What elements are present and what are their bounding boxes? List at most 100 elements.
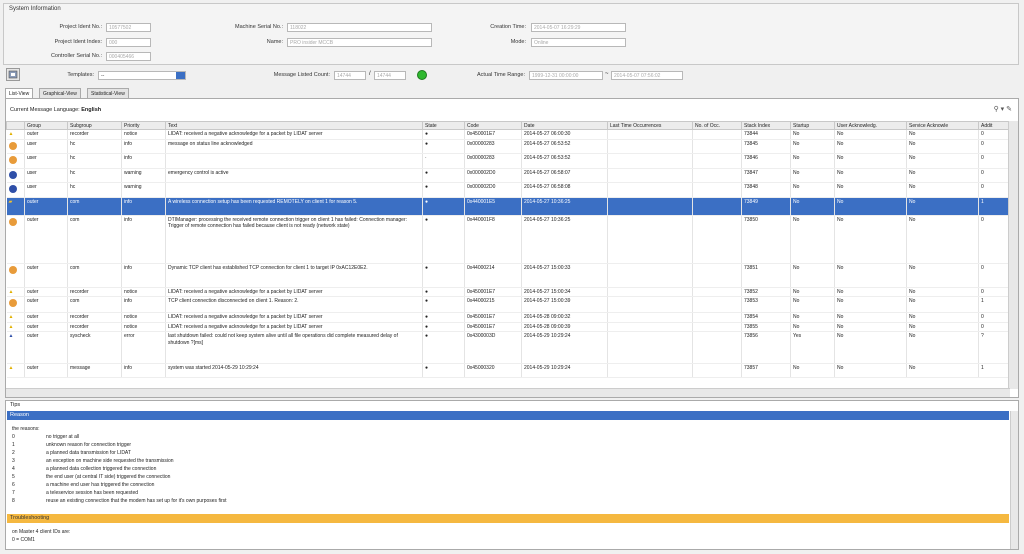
col-occurrences[interactable]: No. of Occ.	[692, 121, 742, 130]
cell-date: 2014-05-28 09:00:32	[521, 312, 608, 323]
reason-item: 7 a teleservice session has been requeste…	[12, 490, 138, 496]
templates-select[interactable]: --	[98, 71, 186, 80]
table-row[interactable]: outer com info DTIManager: processing the r…	[6, 215, 1011, 264]
cell-group: outer	[24, 296, 68, 313]
cell-service: No	[906, 168, 979, 183]
cell-last	[607, 139, 693, 154]
cell-date: 2014-05-27 06:53:52	[521, 153, 608, 169]
table-row[interactable]: ▲ outer recorder notice LIDAT: received a ne…	[6, 287, 1011, 297]
troubleshooting-header: Troubleshooting	[7, 514, 1009, 523]
cell-group: outer	[24, 331, 68, 364]
col-date[interactable]: Date	[521, 121, 608, 130]
col-service-ack[interactable]: Service Acknowle	[906, 121, 979, 130]
cell-stack: 73851	[741, 263, 791, 288]
cell-date: 2014-05-27 06:00:30	[521, 129, 608, 140]
cell-addit: 0	[978, 312, 1011, 323]
col-group[interactable]: Group	[24, 121, 68, 130]
cell-occ	[692, 296, 742, 313]
controller-serial-field[interactable]: 000405466	[106, 52, 151, 61]
creation-time-field[interactable]: 2014-05-07 16:29:29	[531, 23, 626, 32]
cell-priority: notice	[121, 287, 166, 297]
cell-state: ●	[422, 363, 465, 378]
message-total-field[interactable]: 14744	[374, 71, 406, 80]
row-icon-cell	[6, 263, 25, 288]
cell-stack: 73852	[741, 287, 791, 297]
name-field[interactable]: PRO insider MCCB	[287, 38, 432, 47]
cell-user: No	[834, 215, 907, 264]
horizontal-scrollbar[interactable]	[6, 388, 1010, 397]
table-header: Group Subgroup Priority Text State Code …	[6, 121, 1011, 130]
cell-addit: ?	[978, 331, 1011, 364]
filter-icon[interactable]: ⚲ ▾ ✎	[994, 105, 1012, 113]
cell-service: No	[906, 322, 979, 332]
table-row[interactable]: ▲ outer recorder notice LIDAT: received a ne…	[6, 322, 1011, 332]
cell-code: 0x450001E7	[464, 322, 522, 332]
time-from-field[interactable]: 1999-12-31 00:00:00	[529, 71, 603, 80]
settings-button[interactable]	[6, 68, 20, 81]
message-count-field[interactable]: 14744	[334, 71, 366, 80]
reason-text: a machine end user has triggered the con…	[46, 482, 155, 488]
cell-text: emergency control is active	[165, 168, 423, 183]
project-ident-no-field[interactable]: 10577502	[106, 23, 151, 32]
mode-field[interactable]: Online	[531, 38, 626, 47]
col-startup[interactable]: Startup	[790, 121, 835, 130]
col-subgroup[interactable]: Subgroup	[67, 121, 122, 130]
reason-item: 6 a machine end user has triggered the co…	[12, 482, 154, 488]
cell-date: 2014-05-27 06:58:08	[521, 182, 608, 198]
col-code[interactable]: Code	[464, 121, 522, 130]
row-icon-cell	[6, 182, 25, 198]
cell-group: user	[24, 168, 68, 183]
table-row[interactable]: user hc warning ● 0x000002D0 2014-05-27 06:58…	[6, 182, 1011, 198]
cell-user: No	[834, 129, 907, 140]
row-icon-cell	[6, 168, 25, 183]
tab-statistical-view[interactable]: Statistical-View	[87, 88, 129, 98]
reason-header: Reason	[7, 411, 1009, 420]
table-row[interactable]: user hc info · 0x00000283 2014-05-27 06:53:52…	[6, 153, 1011, 169]
cell-user: No	[834, 331, 907, 364]
table-row[interactable]: ▲ outer message info system was started 2014…	[6, 363, 1011, 378]
table-row[interactable]: outer com info Dynamic TCP client has estab…	[6, 263, 1011, 288]
col-additional[interactable]: Addit	[978, 121, 1011, 130]
cell-addit: 0	[978, 215, 1011, 264]
cell-occ	[692, 331, 742, 364]
cell-addit: 1	[978, 296, 1011, 313]
info-dot-icon	[8, 217, 17, 226]
col-user-ack[interactable]: User Acknowledg.	[834, 121, 907, 130]
cell-priority: info	[121, 215, 166, 264]
cell-last	[607, 322, 693, 332]
col-priority[interactable]: Priority	[121, 121, 166, 130]
cell-text: LIDAT: received a negative acknowledge f…	[165, 312, 423, 323]
table-row[interactable]: ▲ outer syscheck error last shutdown failed:…	[6, 331, 1011, 364]
col-text[interactable]: Text	[165, 121, 423, 130]
reason-item: 5 the end user (at central IT side) trigg…	[12, 474, 170, 480]
col-state[interactable]: State	[422, 121, 465, 130]
machine-serial-field[interactable]: 118022	[287, 23, 432, 32]
col-last-time[interactable]: Last Time Occurrences	[607, 121, 693, 130]
tab-graphical-view[interactable]: Graphical-View	[39, 88, 81, 98]
notice-person-icon: ▲	[8, 323, 14, 330]
cell-user: No	[834, 139, 907, 154]
reason-text: a planned data collection triggered the …	[46, 466, 157, 472]
cell-addit: 0	[978, 263, 1011, 288]
table-row[interactable]: outer com info TCP client connection discon…	[6, 296, 1011, 313]
chevron-down-icon[interactable]	[176, 72, 185, 79]
table-row[interactable]: ▲ outer recorder notice LIDAT: received a ne…	[6, 129, 1011, 140]
cell-occ	[692, 312, 742, 323]
system-information-group: System Information Project Ident No.: 10…	[3, 3, 1019, 65]
cell-last	[607, 129, 693, 140]
project-ident-index-field[interactable]: 000	[106, 38, 151, 47]
cell-user: No	[834, 287, 907, 297]
table-row[interactable]: ▲ outer recorder notice LIDAT: received a ne…	[6, 312, 1011, 323]
cell-startup: No	[790, 263, 835, 288]
table-row[interactable]: user hc info message on status line acknowl…	[6, 139, 1011, 154]
cell-state: ●	[422, 139, 465, 154]
table-row[interactable]: ▰ outer com info A wireless connection setup…	[6, 197, 1011, 216]
col-stack-index[interactable]: Stack Index	[741, 121, 791, 130]
cell-stack: 73853	[741, 296, 791, 313]
table-row[interactable]: user hc warning emergency control is active…	[6, 168, 1011, 183]
tips-scrollbar[interactable]	[1010, 411, 1018, 549]
col-icon	[6, 121, 25, 130]
cell-subgroup: recorder	[67, 312, 122, 323]
vertical-scrollbar[interactable]	[1008, 121, 1018, 389]
time-to-field[interactable]: 2014-05-07 07:56:02	[611, 71, 683, 80]
